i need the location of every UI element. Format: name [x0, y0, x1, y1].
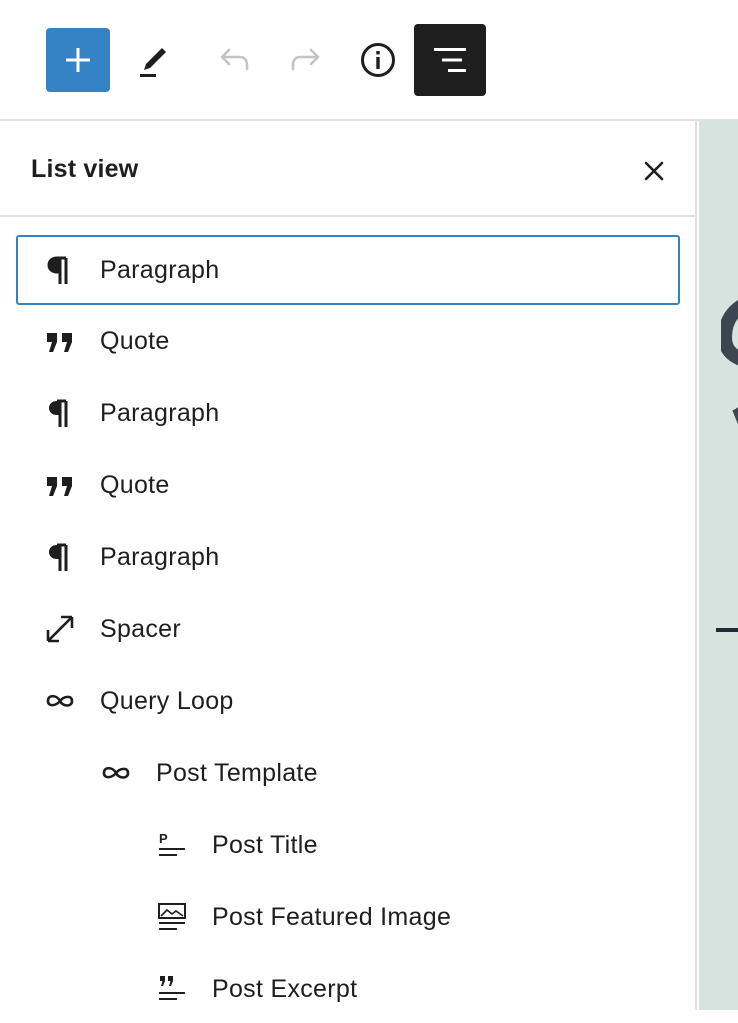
list-item-quote[interactable]: Quote [16, 451, 680, 519]
add-block-button[interactable] [46, 28, 110, 92]
list-item-query-loop[interactable]: Query Loop [16, 667, 680, 735]
list-item-quote[interactable]: Quote [16, 307, 680, 375]
undo-icon [220, 48, 249, 71]
panel-title: List view [31, 155, 139, 183]
details-button[interactable] [346, 28, 410, 92]
loop-icon [100, 757, 132, 789]
list-item-label: Post Excerpt [212, 974, 358, 1003]
list-item-paragraph[interactable]: Paragraph [16, 235, 680, 305]
list-item-paragraph[interactable]: Paragraph [16, 523, 680, 591]
undo-button[interactable] [202, 28, 266, 92]
list-item-label: Paragraph [100, 255, 220, 284]
list-item-label: Post Template [156, 758, 318, 787]
list-item-post-excerpt[interactable]: Post Excerpt [16, 955, 680, 1023]
loop-icon [44, 685, 76, 717]
list-item-label: Quote [100, 326, 170, 355]
editor-canvas[interactable] [699, 121, 738, 1010]
svg-text:P: P [159, 831, 168, 846]
list-view-icon [434, 48, 466, 72]
list-item-label: Paragraph [100, 398, 220, 427]
list-view-button[interactable] [414, 24, 486, 96]
paragraph-icon [44, 397, 76, 429]
list-item-spacer[interactable]: Spacer [16, 595, 680, 663]
close-button[interactable] [634, 151, 674, 191]
info-icon [361, 43, 395, 77]
quote-icon [44, 469, 76, 501]
list-item-post-title[interactable]: P Post Title [16, 811, 680, 879]
list-item-paragraph[interactable]: Paragraph [16, 379, 680, 447]
paragraph-icon [44, 254, 76, 286]
post-featured-image-icon [156, 901, 188, 933]
paragraph-icon [44, 541, 76, 573]
redo-button[interactable] [274, 28, 338, 92]
list-view-header: List view [0, 121, 697, 217]
canvas-heading-glyph [721, 300, 738, 424]
list-item-label: Spacer [100, 614, 182, 643]
post-title-icon: P [156, 829, 188, 861]
list-item-label: Post Title [212, 830, 318, 859]
resize-arrows-icon [44, 613, 76, 645]
list-view-panel: List view Paragraph Quote Paragraph Quot… [0, 121, 697, 1010]
pencil-icon [140, 48, 166, 77]
list-item-label: Post Featured Image [212, 902, 452, 931]
tools-button[interactable] [122, 28, 186, 92]
plus-icon [66, 48, 90, 72]
list-item-label: Paragraph [100, 542, 220, 571]
list-item-label: Query Loop [100, 686, 234, 715]
redo-icon [291, 48, 320, 71]
editor-toolbar [0, 0, 738, 121]
post-excerpt-icon [156, 973, 188, 1005]
list-item-label: Quote [100, 470, 170, 499]
canvas-separator [716, 628, 738, 632]
quote-icon [44, 325, 76, 357]
close-icon [644, 161, 664, 181]
list-item-post-featured-image[interactable]: Post Featured Image [16, 883, 680, 951]
list-item-post-template[interactable]: Post Template [16, 739, 680, 807]
